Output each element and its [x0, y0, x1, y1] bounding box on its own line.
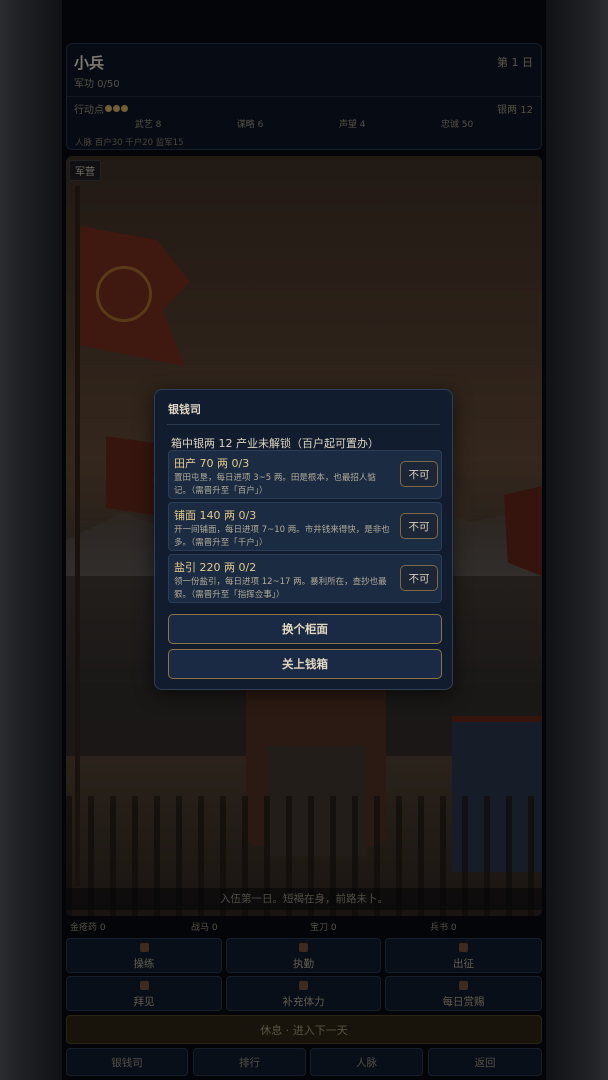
stat-martial: 武艺 8: [134, 120, 162, 130]
status-divider: [67, 96, 541, 97]
stamina-label: 补充体力: [282, 996, 325, 1008]
buy-farmland-button[interactable]: 不可: [400, 461, 438, 487]
action-point-dot: [105, 105, 112, 112]
duty-label: 执勤: [293, 958, 314, 970]
item-horse: 战马 0: [191, 923, 218, 933]
status-panel: 小兵 第 1 日 军功 0/50 行动点 银两 12 武艺 8 谋略 6 声望 …: [66, 43, 542, 150]
property-shop: 铺面 140 两 0/3 开一间铺面，每日进项 7~10 两。市井钱来得快，是非…: [168, 502, 442, 551]
dragon-emblem-icon: [96, 266, 152, 322]
nav-bank-button[interactable]: 银钱司: [66, 1048, 188, 1076]
property-title: 盐引 220 两 0/2: [174, 561, 257, 574]
property-description: 开一间铺面，每日进项 7~10 两。市井钱来得快，是非也多。（需晋升至「千户」）: [174, 525, 390, 548]
stat-strategy: 谋略 6: [236, 120, 264, 130]
day-counter: 第 1 日: [497, 56, 533, 69]
left-backdrop: [0, 0, 62, 1080]
property-salt-license: 盐引 220 两 0/2 领一份盐引，每日进项 12~17 两。暴利所在，查抄也…: [168, 554, 442, 603]
nav-back-button[interactable]: 返回: [428, 1048, 542, 1076]
right-backdrop: [546, 0, 608, 1080]
action-point-dot: [113, 105, 120, 112]
visit-button[interactable]: 拜见: [66, 976, 222, 1011]
property-title: 田产 70 两 0/3: [174, 457, 250, 470]
campaign-icon: [459, 943, 468, 952]
drill-icon: [139, 943, 149, 952]
flag-pole: [75, 186, 80, 886]
action-points: 行动点: [74, 101, 128, 116]
player-rank: 小兵: [74, 54, 105, 72]
stat-reputation: 声望 4: [338, 120, 366, 130]
silver-amount: 银两 12: [497, 105, 533, 116]
visit-icon: [139, 981, 149, 990]
swap-counter-button[interactable]: 换个柜面: [168, 614, 442, 644]
item-medicine: 金疮药 0: [70, 923, 106, 933]
buy-shop-button[interactable]: 不可: [400, 513, 438, 539]
duty-button[interactable]: 执勤: [226, 938, 381, 973]
campaign-label: 出征: [453, 958, 474, 970]
action-point-dot: [121, 105, 128, 112]
property-description: 置田屯垦，每日进项 3~5 两。田是根本，也最招人惦记。（需晋升至「百户」）: [174, 473, 376, 496]
visit-label: 拜见: [133, 996, 155, 1008]
property-farmland: 田产 70 两 0/3 置田屯垦，每日进项 3~5 两。田是根本，也最招人惦记。…: [168, 450, 442, 499]
dialog-title: 银钱司: [168, 403, 201, 416]
inventory-row: 金疮药 0 战马 0 宝刀 0 兵书 0: [66, 920, 542, 934]
merit-progress: 军功 0/50: [74, 79, 120, 90]
nav-ranking-button[interactable]: 排行: [193, 1048, 306, 1076]
stamina-button[interactable]: 补充体力: [226, 976, 381, 1011]
nav-network-button[interactable]: 人脉: [310, 1048, 423, 1076]
drill-button[interactable]: 操练: [66, 938, 222, 973]
dialog-divider: [167, 424, 440, 425]
duty-icon: [299, 943, 308, 952]
network-relations: 人脉 百户30 千户20 监军15: [75, 138, 184, 148]
war-banner-right: [504, 486, 542, 576]
daily-reward-label: 每日赏赐: [442, 996, 485, 1008]
stat-loyalty: 忠诚 50: [440, 120, 474, 130]
action-points-label: 行动点: [74, 105, 104, 116]
attribute-stats: 武艺 8 谋略 6 声望 4 忠诚 50: [67, 117, 541, 130]
bank-dialog: 银钱司 箱中银两 12 产业未解锁（百户起可置办） 田产 70 两 0/3 置田…: [154, 389, 453, 690]
daily-reward-button[interactable]: 每日赏赐: [385, 976, 542, 1011]
stamina-icon: [299, 981, 308, 990]
reward-icon: [459, 981, 468, 990]
item-sword: 宝刀 0: [310, 923, 337, 933]
drill-label: 操练: [133, 958, 155, 970]
war-banner: [106, 436, 161, 516]
property-title: 铺面 140 两 0/3: [174, 509, 257, 522]
location-tag: 军营: [69, 160, 101, 181]
buy-salt-license-button[interactable]: 不可: [400, 565, 438, 591]
rest-next-day-button[interactable]: 休息 · 进入下一天: [66, 1015, 542, 1044]
campaign-button[interactable]: 出征: [385, 938, 542, 973]
property-description: 领一份盐引，每日进项 12~17 两。暴利所在，查抄也最狠。（需晋升至「指挥佥事…: [174, 577, 387, 600]
bank-summary: 箱中银两 12 产业未解锁（百户起可置办）: [171, 437, 379, 450]
item-book: 兵书 0: [430, 923, 457, 933]
close-chest-button[interactable]: 关上钱箱: [168, 649, 442, 679]
scene-caption: 入伍第一日。短褐在身，前路未卜。: [66, 888, 542, 910]
